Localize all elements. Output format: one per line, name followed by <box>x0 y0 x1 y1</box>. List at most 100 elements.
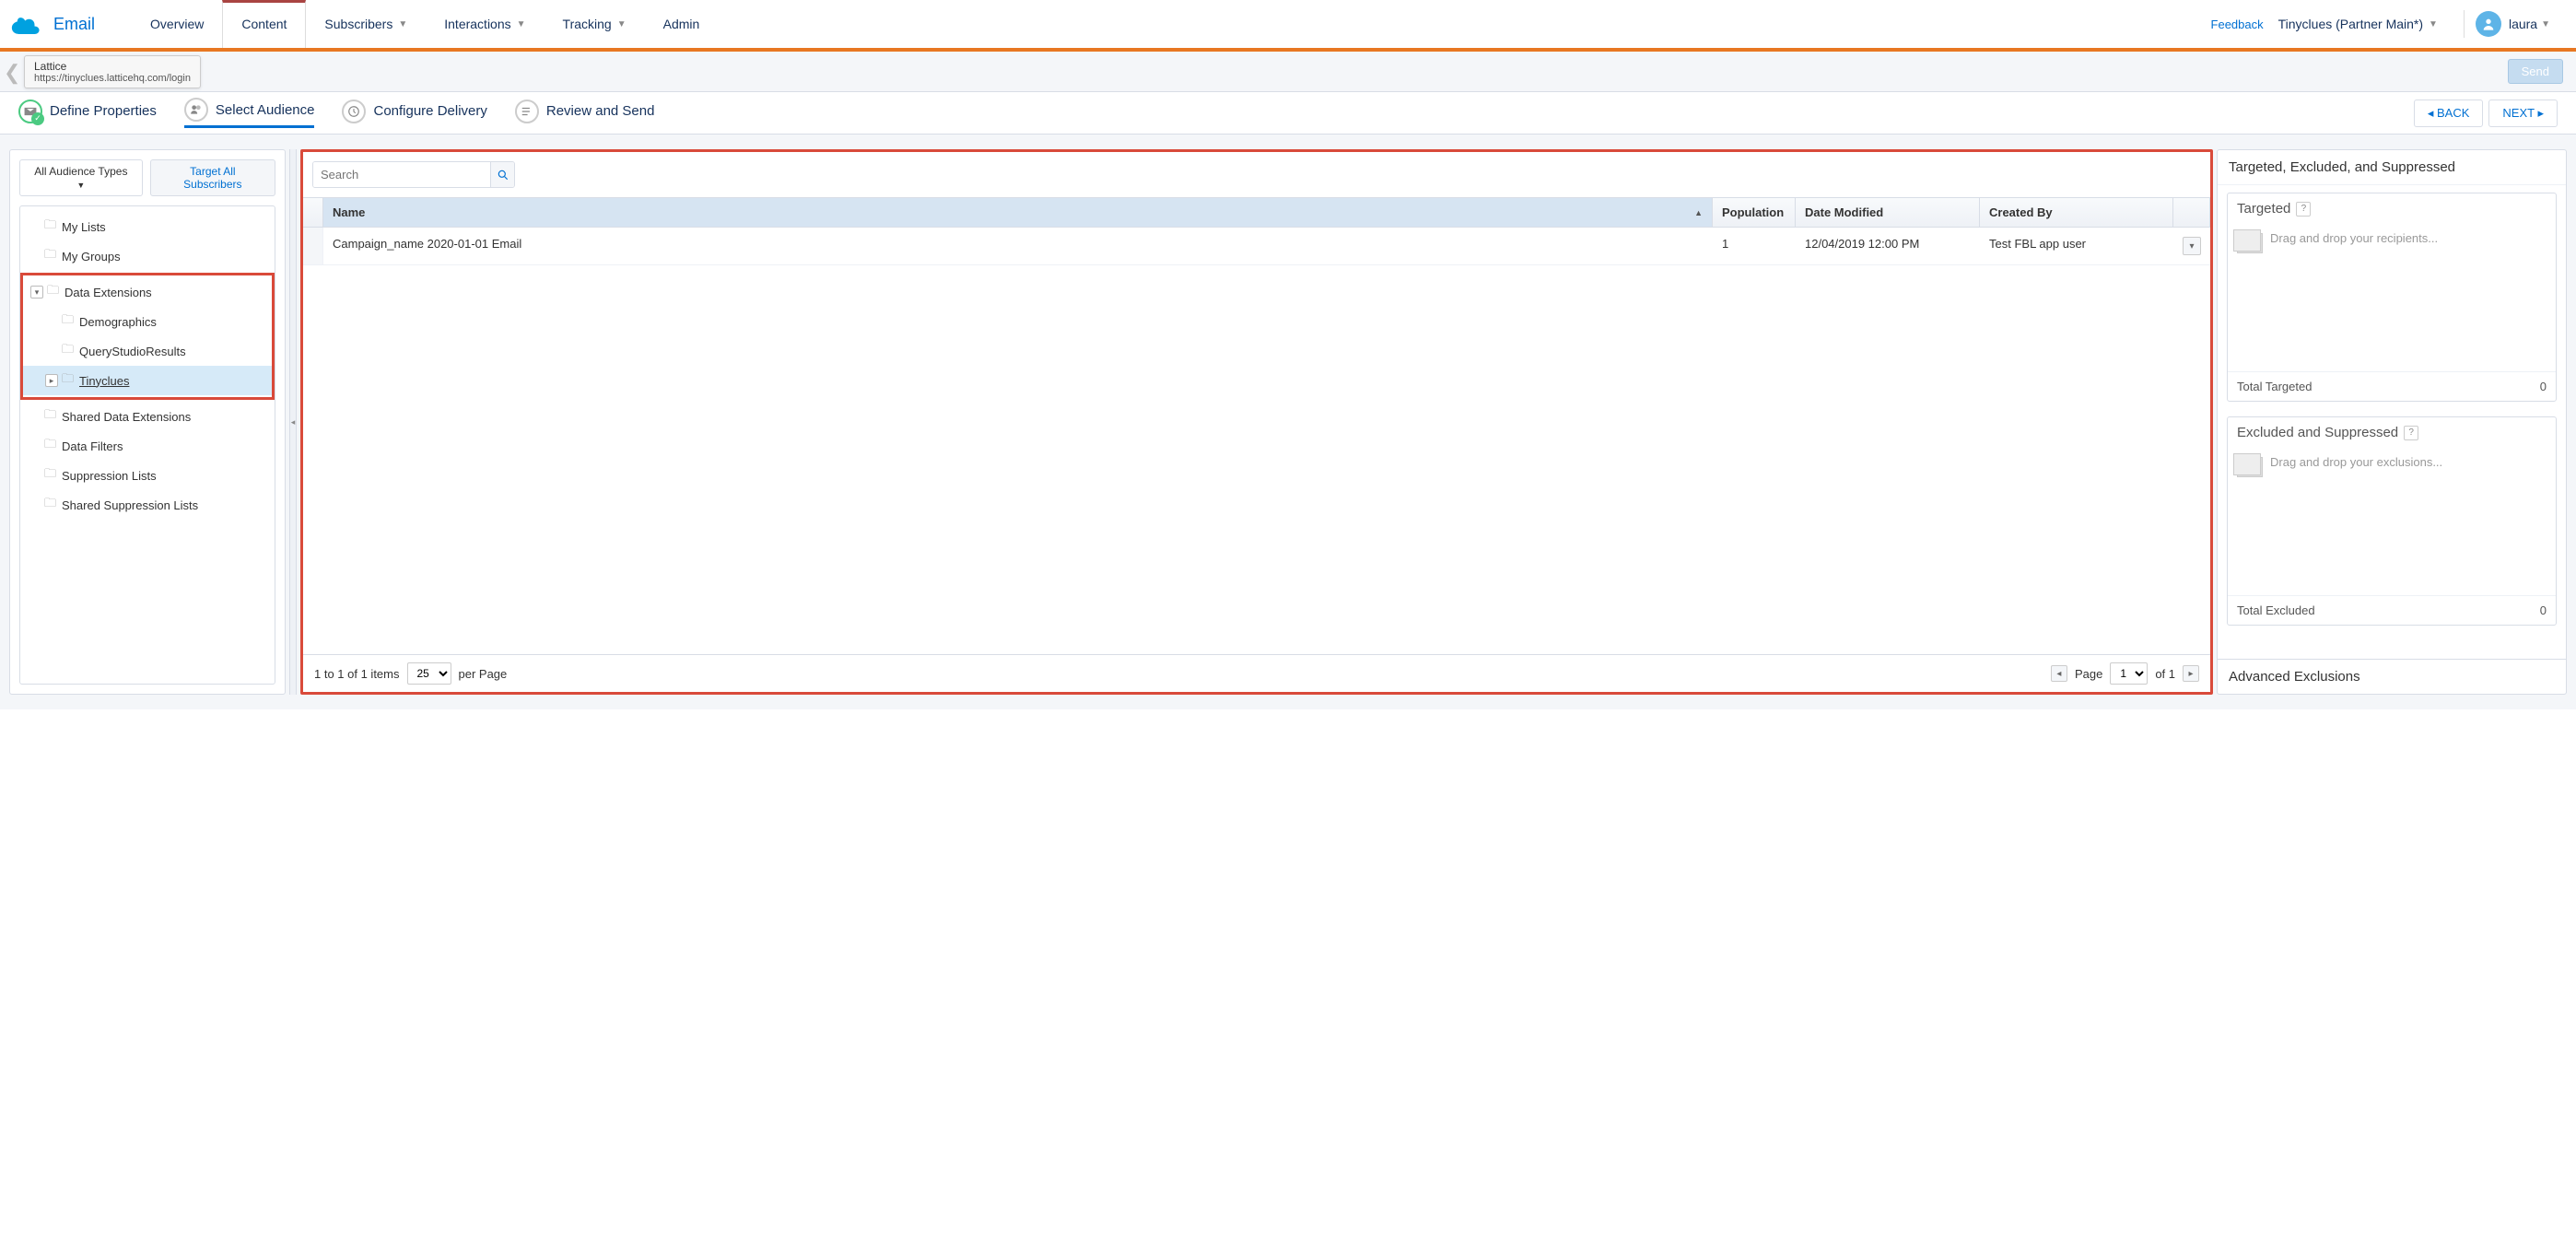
tree-item-data-extensions[interactable]: ▾🗀Data Extensions <box>23 277 272 307</box>
page-next-button[interactable]: ▸ <box>2183 665 2199 682</box>
avatar[interactable] <box>2476 11 2501 37</box>
sort-asc-icon: ▲ <box>1694 208 1703 217</box>
wizard-step-define-properties[interactable]: ✓ Define Properties <box>18 100 157 127</box>
highlighted-tree-section: ▾🗀Data Extensions 🗀Demographics 🗀QuerySt… <box>20 273 275 400</box>
search-input[interactable] <box>313 162 490 187</box>
search-icon[interactable] <box>490 162 514 187</box>
table-row[interactable]: Campaign_name 2020-01-01 Email 1 12/04/2… <box>303 228 2210 265</box>
help-icon[interactable]: ? <box>2404 426 2418 440</box>
wizard-step-select-audience[interactable]: Select Audience <box>184 98 315 128</box>
drag-handle-icon[interactable] <box>303 228 323 264</box>
tree-item-data-filters[interactable]: 🗀Data Filters <box>20 431 275 461</box>
tree-item-my-groups[interactable]: 🗀 My Groups <box>20 241 275 271</box>
excluded-panel: Excluded and Suppressed? Drag and drop y… <box>2227 416 2557 626</box>
grid-header-actions <box>2173 198 2210 227</box>
collapse-icon[interactable]: ▾ <box>30 286 43 299</box>
nav-tab-tracking[interactable]: Tracking▼ <box>544 0 645 48</box>
chevron-down-icon[interactable]: ▼ <box>2541 19 2550 29</box>
search-box <box>312 161 515 188</box>
page-size-select[interactable]: 25 <box>407 662 451 685</box>
nav-tab-admin[interactable]: Admin <box>645 0 719 48</box>
tree-label: Suppression Lists <box>62 469 157 483</box>
nav-tab-overview[interactable]: Overview <box>132 0 222 48</box>
salesforce-cloud-icon <box>11 13 42 35</box>
org-switcher[interactable]: Tinyclues (Partner Main*) <box>2278 17 2423 31</box>
total-targeted-label: Total Targeted <box>2237 380 2312 393</box>
wizard-step-review-send[interactable]: Review and Send <box>515 100 655 127</box>
tooltip-title: Lattice <box>34 60 191 73</box>
grid-drag-column <box>303 198 323 227</box>
grid-header-created-by[interactable]: Created By <box>1980 198 2173 227</box>
top-nav: Email Overview Content Subscribers▼ Inte… <box>0 0 2576 52</box>
advanced-exclusions[interactable]: Advanced Exclusions <box>2218 659 2566 694</box>
folder-icon: 🗀 <box>62 311 74 332</box>
nav-tab-label: Interactions <box>444 17 510 31</box>
pager-summary: 1 to 1 of 1 items <box>314 667 400 681</box>
target-all-subscribers-button[interactable]: Target All Subscribers <box>150 159 275 196</box>
wizard-step-label: Select Audience <box>216 102 315 118</box>
tree-item-demographics[interactable]: 🗀Demographics <box>23 307 272 336</box>
tree-label: Tinyclues <box>79 374 129 388</box>
tree-label: My Groups <box>62 250 121 263</box>
next-button[interactable]: NEXT ▸ <box>2488 100 2558 127</box>
pager: 1 to 1 of 1 items 25 per Page ◂ Page 1 o… <box>303 654 2210 692</box>
tree-item-tinyclues[interactable]: ▸ 🗀 Tinyclues <box>23 366 272 395</box>
header-label: Name <box>333 205 365 219</box>
folder-tree: 🗀My Lists 🗀 My Groups ▾🗀Data Extensions 🗀… <box>19 205 275 685</box>
folder-icon: 🗀 <box>44 246 56 266</box>
grid-header-name[interactable]: Name ▲ <box>323 198 1713 227</box>
nav-tab-content[interactable]: Content <box>222 0 306 48</box>
audience-type-filter[interactable]: All Audience Types ▼ <box>19 159 143 196</box>
tree-item-shared-suppression[interactable]: 🗀Shared Suppression Lists <box>20 490 275 520</box>
header-label: Population <box>1722 205 1784 219</box>
send-button[interactable]: Send <box>2508 59 2563 84</box>
tree-item-shared-de[interactable]: 🗀Shared Data Extensions <box>20 402 275 431</box>
page-number-select[interactable]: 1 <box>2110 662 2148 685</box>
back-arrow-icon[interactable]: ❮ <box>4 61 20 85</box>
tree-label: Shared Suppression Lists <box>62 498 198 512</box>
header-label: Date Modified <box>1805 205 1883 219</box>
help-icon[interactable]: ? <box>2296 202 2311 217</box>
drop-hint: Drag and drop your recipients... <box>2270 231 2438 245</box>
page-of-label: of 1 <box>2155 667 2175 681</box>
divider <box>2464 10 2465 38</box>
nav-tab-interactions[interactable]: Interactions▼ <box>426 0 544 48</box>
step-icon: ✓ <box>18 100 42 123</box>
cell-population: 1 <box>1713 228 1796 264</box>
collapse-left-handle[interactable]: ◂ <box>289 149 297 695</box>
grid-body: Campaign_name 2020-01-01 Email 1 12/04/2… <box>303 228 2210 654</box>
nav-tab-label: Admin <box>663 17 700 31</box>
feedback-link[interactable]: Feedback <box>2211 18 2264 31</box>
wizard-steps: ✓ Define Properties Select Audience Conf… <box>0 92 2576 135</box>
tree-item-suppression[interactable]: 🗀Suppression Lists <box>20 461 275 490</box>
folder-icon: 🗀 <box>44 217 56 237</box>
targeted-panel: Targeted? Drag and drop your recipients.… <box>2227 193 2557 402</box>
chevron-down-icon[interactable]: ▼ <box>2429 19 2438 29</box>
page-prev-button[interactable]: ◂ <box>2051 665 2067 682</box>
nav-tab-subscribers[interactable]: Subscribers▼ <box>306 0 426 48</box>
tree-item-query-studio[interactable]: 🗀QueryStudioResults <box>23 336 272 366</box>
main-content: All Audience Types ▼ Target All Subscrib… <box>0 135 2576 709</box>
row-actions-menu[interactable]: ▾ <box>2183 237 2201 255</box>
page-label: Page <box>2075 667 2102 681</box>
folder-icon: 🗀 <box>62 370 74 391</box>
button-label: BACK <box>2437 106 2469 120</box>
expand-icon[interactable]: ▸ <box>45 374 58 387</box>
tree-item-my-lists[interactable]: 🗀My Lists <box>20 212 275 241</box>
per-page-label: per Page <box>459 667 508 681</box>
wizard-step-configure-delivery[interactable]: Configure Delivery <box>342 100 486 127</box>
user-name[interactable]: laura <box>2509 17 2537 31</box>
cell-date: 12/04/2019 12:00 PM <box>1796 228 1980 264</box>
folder-icon: 🗀 <box>44 406 56 427</box>
total-excluded-value: 0 <box>2540 603 2547 617</box>
grid-header-population[interactable]: Population <box>1713 198 1796 227</box>
audience-browser: All Audience Types ▼ Target All Subscrib… <box>9 149 286 695</box>
wizard-step-label: Define Properties <box>50 103 157 119</box>
grid-header: Name ▲ Population Date Modified Created B… <box>303 197 2210 228</box>
panel-title-label: Excluded and Suppressed <box>2237 425 2398 440</box>
total-targeted-value: 0 <box>2540 380 2547 393</box>
excluded-drop-area[interactable]: Drag and drop your exclusions... <box>2228 448 2556 595</box>
back-button[interactable]: ◂ BACK <box>2414 100 2484 127</box>
grid-header-date[interactable]: Date Modified <box>1796 198 1980 227</box>
targeted-drop-area[interactable]: Drag and drop your recipients... <box>2228 224 2556 371</box>
